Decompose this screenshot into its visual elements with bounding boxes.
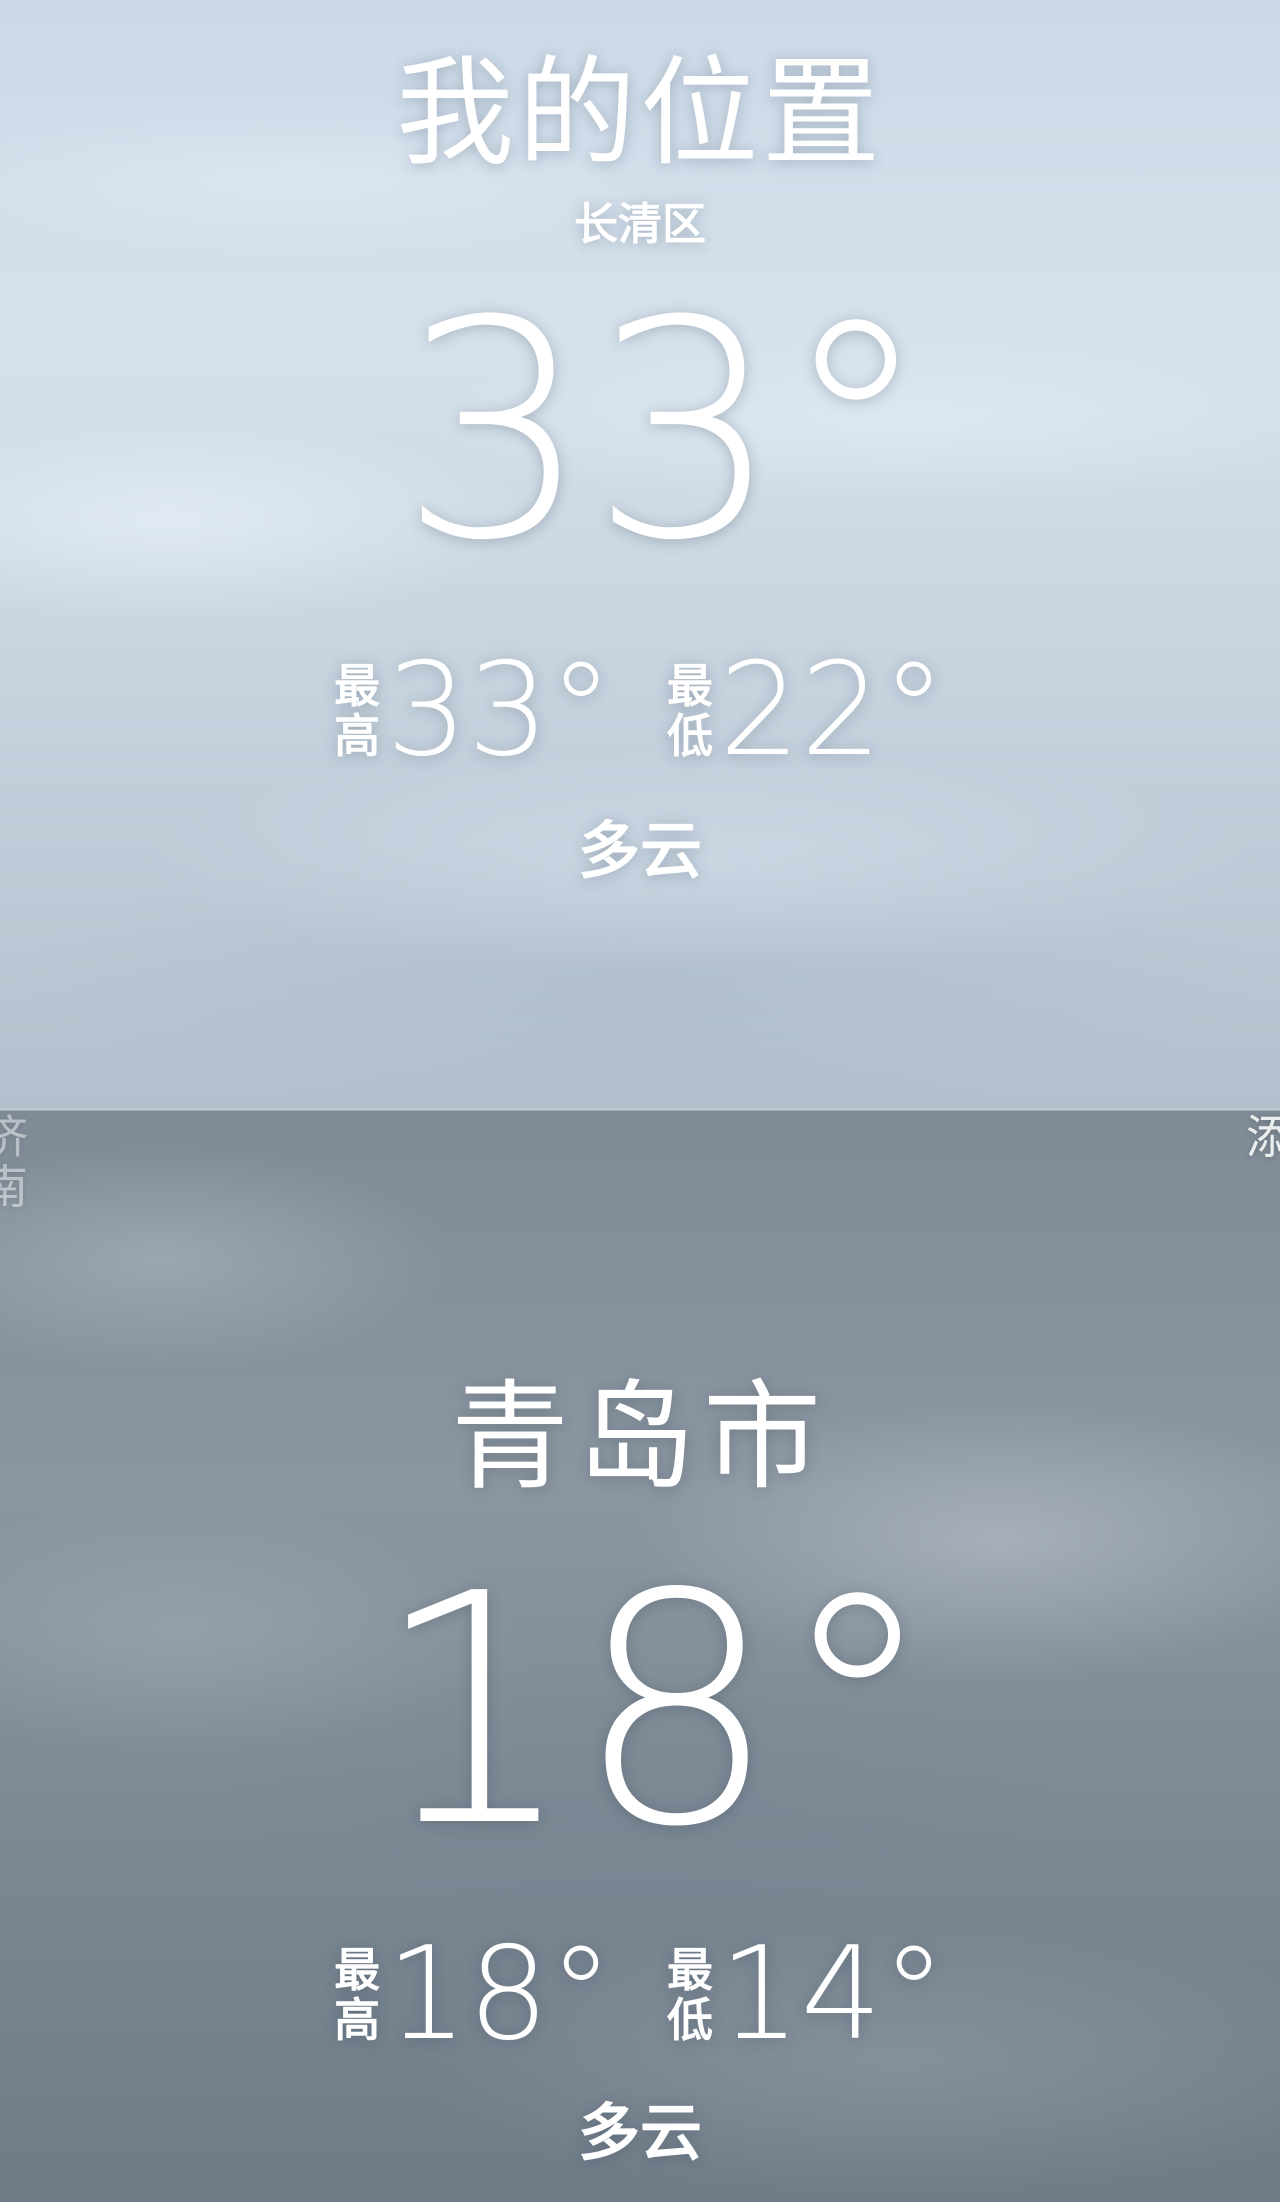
high-label: 最 高 (334, 1945, 380, 2045)
location-title: 我的位置 (395, 44, 884, 182)
high-temperature-group: 最 高 33° (334, 646, 613, 776)
low-temperature: 14° (719, 1920, 946, 2069)
high-label-char-1: 最 (334, 659, 381, 713)
low-temperature: 22° (719, 636, 946, 785)
high-temperature: 33° (386, 636, 613, 785)
location-subtitle: 长清区 (574, 199, 706, 250)
current-temperature: 18° (373, 1526, 937, 1896)
high-label-char-1: 最 (334, 1943, 381, 1997)
high-temperature: 18° (386, 1920, 613, 2069)
low-label: 最 低 (667, 1945, 713, 2045)
low-label-char-1: 最 (667, 1943, 713, 1997)
card-divider (0, 1109, 1280, 1111)
high-temperature-group: 最 高 18° (334, 1930, 613, 2060)
high-low-row: 最 高 18° 最 低 14° (0, 1930, 1280, 2060)
low-label-char-2: 低 (667, 709, 713, 763)
adjacent-card-edge-left: 济南 (0, 1112, 28, 1212)
low-label: 最 低 (667, 661, 713, 761)
high-label-char-2: 高 (334, 1993, 381, 2047)
adjacent-card-edge-right: 添 (1246, 1110, 1280, 1164)
low-label-char-2: 低 (667, 1993, 713, 2047)
current-temperature: 33° (399, 257, 931, 606)
low-temperature-group: 最 低 14° (667, 1930, 946, 2060)
city-title: 青岛市 (450, 1368, 829, 1506)
high-label-char-2: 高 (334, 709, 381, 763)
high-label: 最 高 (334, 661, 380, 761)
high-low-row: 最 高 33° 最 低 22° (0, 646, 1280, 776)
weather-condition: 多云 (577, 814, 702, 887)
weather-condition: 多云 (577, 2096, 702, 2169)
low-label-char-1: 最 (667, 659, 713, 713)
low-temperature-group: 最 低 22° (667, 646, 946, 776)
